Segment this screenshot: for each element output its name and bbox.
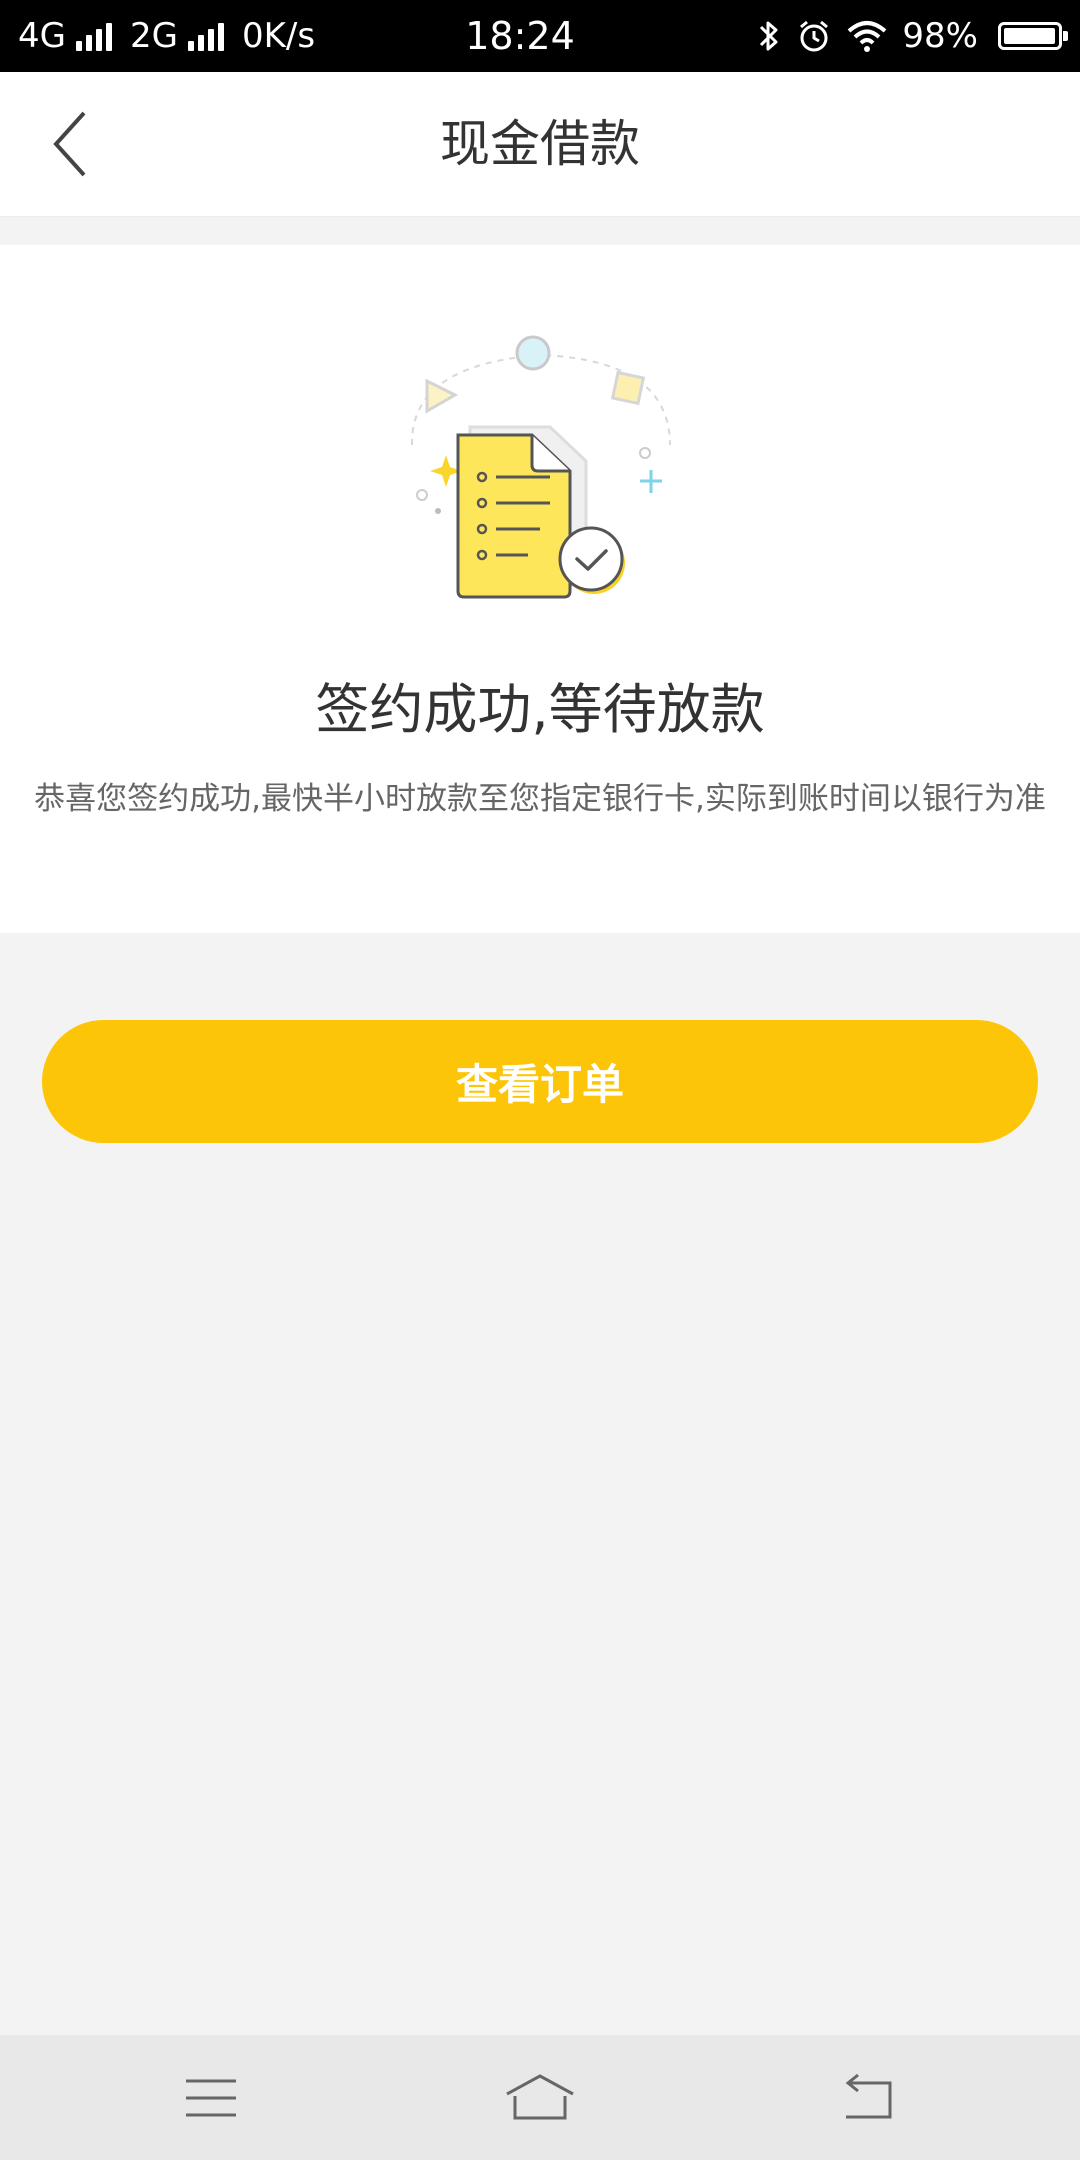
home-button[interactable] bbox=[485, 2055, 595, 2141]
menu-icon bbox=[186, 2079, 236, 2117]
network-speed: 0K/s bbox=[241, 16, 316, 56]
system-back-button[interactable] bbox=[814, 2055, 924, 2141]
result-description: 恭喜您签约成功,最快半小时放款至您指定银行卡,实际到账时间以银行为准 bbox=[34, 781, 1046, 817]
system-nav-bar bbox=[0, 2035, 1080, 2160]
alarm-icon bbox=[800, 20, 829, 52]
view-order-button[interactable]: 查看订单 bbox=[42, 1020, 1038, 1143]
back-icon bbox=[845, 2073, 892, 2119]
network-type-1: 4G bbox=[18, 16, 66, 56]
signal-icon bbox=[187, 21, 224, 51]
status-bar: 4G 2G 0K/s 18:24 98% bbox=[0, 0, 1080, 72]
status-right: 98% bbox=[702, 16, 1068, 56]
header: 现金借款 bbox=[0, 72, 1080, 217]
result-title: 签约成功,等待放款 bbox=[315, 678, 765, 741]
network-type-2: 2G bbox=[129, 16, 178, 56]
page-title: 现金借款 bbox=[440, 115, 640, 173]
signal-icon bbox=[75, 21, 112, 51]
wifi-icon bbox=[848, 21, 887, 52]
home-icon bbox=[506, 2074, 574, 2120]
bluetooth-icon bbox=[760, 21, 778, 51]
battery-percent: 98% bbox=[902, 16, 978, 56]
contract-document-icon bbox=[410, 335, 671, 599]
result-card: 签约成功,等待放款 恭喜您签约成功,最快半小时放款至您指定银行卡,实际到账时间以… bbox=[0, 245, 1080, 933]
status-time: 18:24 bbox=[465, 14, 575, 58]
battery-icon bbox=[998, 22, 1068, 50]
battery-fill bbox=[1004, 28, 1055, 44]
menu-button[interactable] bbox=[156, 2055, 266, 2141]
